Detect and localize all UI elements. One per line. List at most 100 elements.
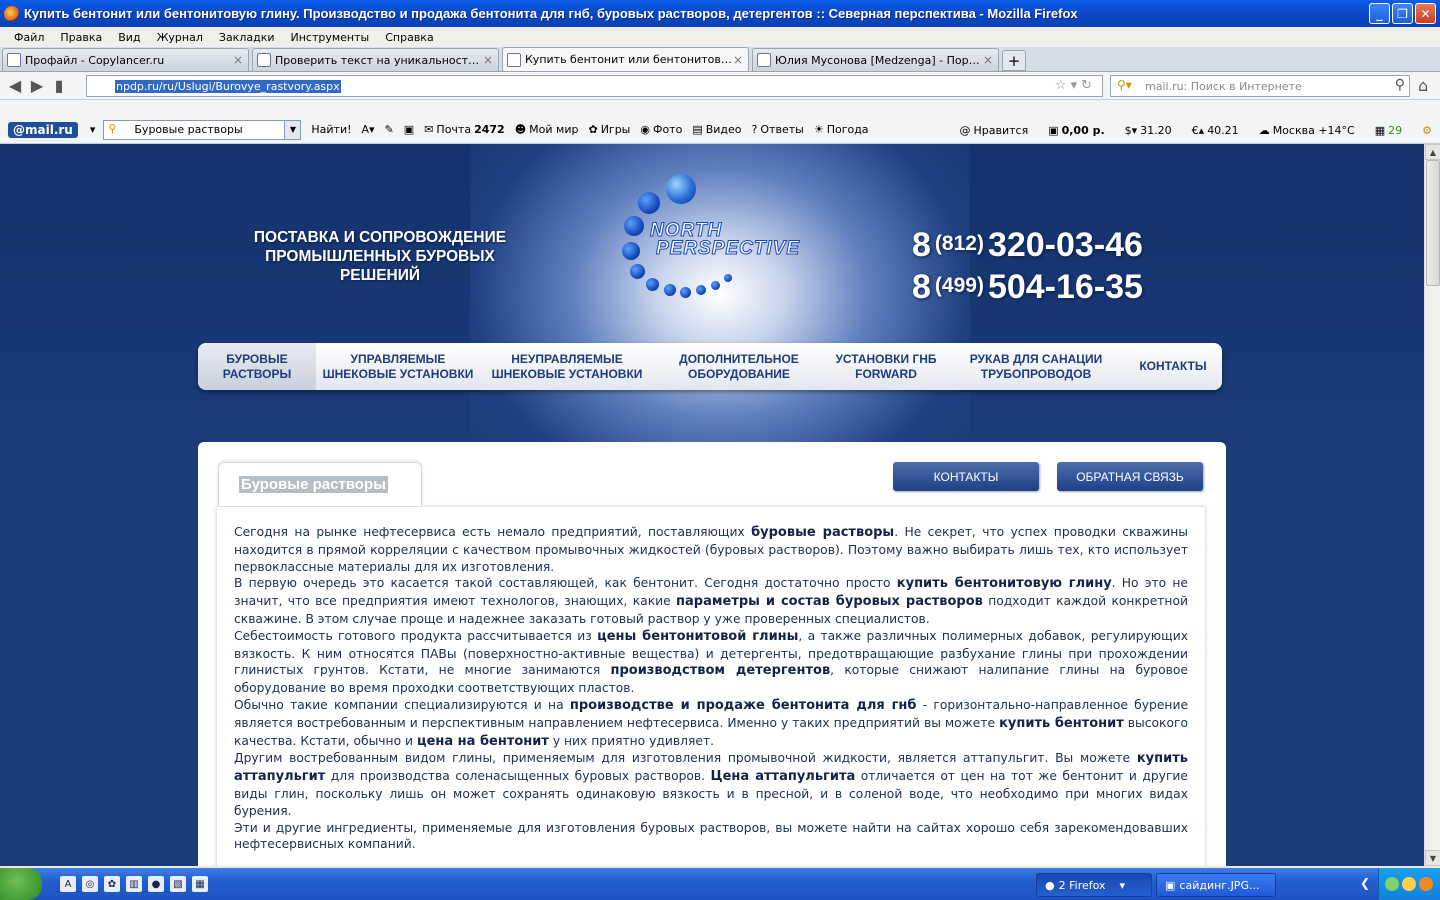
chevron-down-icon[interactable]: ▼ [284, 120, 301, 139]
taskbar-image-window[interactable]: ▣ сайдинг.JPG... [1156, 873, 1276, 897]
menu-edit[interactable]: Правка [52, 31, 110, 44]
menu-view[interactable]: Вид [110, 31, 148, 44]
icq-icon[interactable]: ✿ [104, 876, 120, 892]
forward-arrow-icon[interactable]: ▶ [26, 75, 48, 97]
vertical-scrollbar[interactable]: ▲ ▼ [1424, 144, 1440, 866]
like-label: Нравится [973, 123, 1029, 137]
mail-link[interactable]: ✉ Почта 2472 [424, 123, 505, 136]
keyword-link[interactable]: цена на бентонит [417, 734, 549, 749]
tab-close-icon[interactable]: × [982, 53, 994, 67]
start-button[interactable] [0, 868, 42, 900]
chrome-icon[interactable]: ◎ [82, 876, 98, 892]
network-icon[interactable]: ▥ [126, 876, 142, 892]
usd-rate[interactable]: $▾ 31.20 [1125, 124, 1172, 137]
contacts-button[interactable]: КОНТАКТЫ [893, 462, 1039, 491]
taskbar: A ◎ ✿ ▥ ● ▧ ▦ ● 2 Firefox ▾ ▣ сайдинг.JP… [0, 868, 1440, 900]
answers-link[interactable]: ? Ответы [752, 123, 804, 136]
url-text[interactable]: npdp.ru/ru/Uslugi/Burovye_rastvory.aspx [115, 79, 341, 93]
tray-network-icon[interactable] [1385, 877, 1399, 891]
nav-pipe-sleeve[interactable]: РУКАВ ДЛЯ САНАЦИИ ТРУБОПРОВОДОВ [948, 343, 1124, 390]
scroll-down-icon[interactable]: ▼ [1425, 850, 1440, 866]
keyword-link[interactable]: купить бентонит [999, 716, 1124, 731]
search-input[interactable]: ⚲▾ mail.ru: Поиск в Интернете ⚲ [1110, 75, 1410, 97]
new-tab-button[interactable]: + [1002, 50, 1026, 71]
content-tab[interactable]: Буровые растворы [218, 462, 422, 506]
text-size-icon[interactable]: A▾ [362, 123, 375, 136]
screen-icon[interactable]: ▦ [192, 876, 208, 892]
back-arrow-icon[interactable]: ◀ [4, 75, 26, 97]
tab-copylancer[interactable]: Профайл - Copylancer.ru × [2, 48, 249, 71]
cloud-icon: ☁ [1258, 123, 1270, 137]
dropdown-arrow-icon[interactable]: ▾ [90, 123, 96, 136]
highlighter-icon[interactable]: ✎ [385, 123, 394, 136]
traffic-widget[interactable]: ▦ 29 [1375, 124, 1402, 137]
tray-mail-icon[interactable] [1402, 877, 1416, 891]
wallet-icon: ▣ [1048, 123, 1059, 137]
phone-1[interactable]: 8 (812) 320-03-46 [912, 226, 1143, 268]
menu-help[interactable]: Справка [377, 31, 441, 44]
nav-unguided-auger[interactable]: НЕУПРАВЛЯЕМЫЕ ШНЕКОВЫЕ УСТАНОВКИ [480, 343, 654, 390]
image-icon: ▣ [1165, 878, 1176, 892]
taskbar-firefox-group[interactable]: ● 2 Firefox ▾ [1036, 873, 1152, 897]
keyword-link[interactable]: купить бентонитовую глину [897, 576, 1112, 591]
tab-medzenga[interactable]: Юлия Мусонова [Medzenga] - Портфолио × [752, 48, 999, 71]
weather-widget[interactable]: ☁ Москва +14°C [1259, 124, 1355, 137]
phone-numbers: 8 (812) 320-03-46 8 (499) 504-16-35 [912, 226, 1143, 310]
nav-additional-equipment[interactable]: ДОПОЛНИТЕЛЬНОЕ ОБОРУДОВАНИЕ [654, 343, 824, 390]
font-icon[interactable]: A [60, 876, 76, 892]
tray-firefox-icon[interactable] [1419, 877, 1433, 891]
menu-bookmarks[interactable]: Закладки [211, 31, 283, 44]
menu-tools[interactable]: Инструменты [283, 31, 378, 44]
nav-guided-auger[interactable]: УПРАВЛЯЕМЫЕ ШНЕКОВЫЕ УСТАНОВКИ [316, 343, 480, 390]
find-button[interactable]: Найти! [311, 123, 351, 136]
games-link[interactable]: ✿ Игры [588, 123, 630, 136]
eur-rate[interactable]: €▴ 40.21 [1192, 124, 1239, 137]
chevron-left-icon[interactable]: ❮ [1360, 876, 1370, 890]
site-logo[interactable]: NORTH PERSPECTIVE [618, 172, 848, 302]
nav-label: FORWARD [855, 366, 917, 381]
keyword-link[interactable]: производством детергентов [610, 663, 830, 678]
keyword-link[interactable]: производстве и продаже бентонита для гнб [570, 698, 917, 713]
maximize-button[interactable]: ❐ [1392, 3, 1413, 24]
menu-file[interactable]: Файл [6, 31, 52, 44]
tab-close-icon[interactable]: × [482, 53, 494, 67]
photo-link[interactable]: ◉ Фото [640, 123, 682, 136]
tab-bentonite[interactable]: Купить бентонит или бентонитовую г... × [502, 47, 749, 71]
close-button[interactable]: ✕ [1415, 3, 1436, 24]
settings-gear-icon[interactable]: ⚙ [1422, 124, 1432, 137]
nav-hdd-forward[interactable]: УСТАНОВКИ ГНБ FORWARD [824, 343, 948, 390]
minimize-button[interactable]: _ [1369, 3, 1390, 24]
video-link[interactable]: ▤ Видео [692, 123, 741, 136]
tab-uniqueness[interactable]: Проверить текст на уникальность онл... × [252, 48, 499, 71]
tab-close-icon[interactable]: × [232, 53, 244, 67]
question-icon: ? [751, 123, 758, 136]
home-icon[interactable]: ⌂ [1418, 76, 1428, 95]
scroll-up-icon[interactable]: ▲ [1425, 144, 1440, 160]
firefox-icon[interactable]: ● [148, 876, 164, 892]
mailru-logo[interactable]: @mail.ru [8, 121, 78, 138]
scroll-thumb[interactable] [1426, 160, 1440, 286]
keyword-link[interactable]: цены бентонитовой глины [597, 629, 798, 644]
games-icon: ✿ [588, 123, 598, 136]
bookmark-star-icon[interactable]: ☆▾↻ [1055, 78, 1096, 93]
search-icon[interactable]: ⚲ [1395, 77, 1405, 93]
like-button[interactable]: @ Нравится [959, 124, 1028, 137]
mailru-search-input[interactable]: ⚲ Буровые растворы ▼ [103, 119, 302, 140]
keyword-link[interactable]: буровые растворы [751, 525, 894, 540]
page-icon[interactable]: ▣ [404, 123, 414, 136]
at-icon: @ [959, 123, 971, 137]
tab-close-icon[interactable]: × [732, 53, 744, 67]
url-bar[interactable]: npdp.ru/ru/Uslugi/Burovye_rastvory.aspx … [86, 75, 1103, 97]
keyword-link[interactable]: параметры и состав буровых растворов [676, 594, 983, 609]
search-engine-icon[interactable]: ⚲▾ [1117, 78, 1132, 92]
photoshop-icon[interactable]: ▧ [170, 876, 186, 892]
weather-link[interactable]: ☀ Погода [814, 123, 869, 136]
myworld-link[interactable]: ☻ Мой мир [515, 123, 579, 136]
menu-history[interactable]: Журнал [149, 31, 211, 44]
nav-contacts[interactable]: КОНТАКТЫ [1124, 343, 1222, 390]
nav-drilling-fluids[interactable]: БУРОВЫЕ РАСТВОРЫ [198, 343, 316, 390]
phone-2[interactable]: 8 (499) 504-16-35 [912, 268, 1143, 310]
feedback-button[interactable]: ОБРАТНАЯ СВЯЗЬ [1057, 462, 1203, 491]
keyword-link[interactable]: Цена аттапульгита [711, 769, 856, 784]
balance[interactable]: ▣ 0,00 р. [1048, 124, 1104, 137]
